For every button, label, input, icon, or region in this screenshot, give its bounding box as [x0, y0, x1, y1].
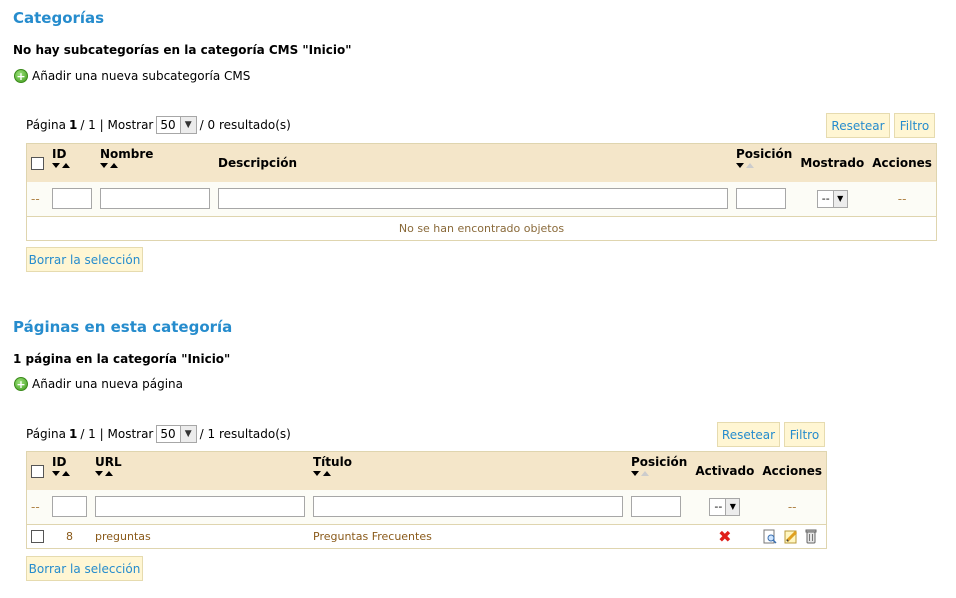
filter-description-input[interactable]	[218, 188, 728, 210]
pager-page: 1	[68, 427, 78, 441]
categories-clear-selection-button[interactable]: Borrar la selección	[26, 247, 143, 272]
empty-row: No se han encontrado objetos	[27, 217, 937, 241]
col-url: URL	[95, 455, 122, 469]
col-position: Posición	[631, 455, 688, 469]
pager-sep: / 1 | Mostrar	[80, 118, 154, 132]
row-id: 8	[66, 530, 73, 543]
add-page-label: Añadir una nueva página	[32, 377, 183, 391]
pager-results: / 0 resultado(s)	[199, 118, 291, 132]
col-id: ID	[52, 147, 67, 161]
sort-desc-icon[interactable]	[95, 471, 103, 476]
col-id: ID	[52, 455, 67, 469]
filter-row: -- -- ▼ --	[26, 181, 937, 217]
col-actions: Acciones	[872, 155, 932, 170]
pages-clear-selection-button[interactable]: Borrar la selección	[26, 556, 143, 581]
col-title: Título	[313, 455, 352, 469]
add-subcategory-label: Añadir una nueva subcategoría CMS	[32, 69, 251, 83]
sort-asc-icon[interactable]	[62, 163, 70, 168]
table-row[interactable]: 8 preguntas Preguntas Frecuentes ✖	[27, 525, 827, 549]
col-name: Nombre	[100, 147, 154, 161]
filter-active-select[interactable]: -- ▼	[709, 497, 741, 516]
col-shown: Mostrado	[800, 155, 865, 170]
categories-subtitle: No hay subcategorías en la categoría CMS…	[13, 43, 352, 57]
categories-filter-button[interactable]: Filtro	[894, 113, 935, 138]
filter-active-value: --	[714, 500, 723, 514]
filter-position-input[interactable]	[736, 188, 786, 210]
filter-position-input[interactable]	[631, 496, 681, 518]
pager-results: / 1 resultado(s)	[199, 427, 291, 441]
chevron-down-icon: ▼	[179, 117, 196, 133]
filter-url-input[interactable]	[95, 496, 305, 518]
filter-dash: --	[26, 181, 48, 217]
categories-pager: Página 1 / 1 | Mostrar 50 ▼ / 0 resultad…	[26, 116, 291, 134]
sort-asc-icon	[746, 163, 754, 168]
pages-heading: Páginas en esta categoría	[13, 318, 233, 336]
row-url[interactable]: preguntas	[91, 525, 309, 549]
col-description: Descripción	[218, 155, 297, 170]
sort-asc-icon[interactable]	[62, 471, 70, 476]
filter-shown-value: --	[821, 192, 830, 206]
sort-asc-icon	[641, 471, 649, 476]
filter-row: -- -- ▼ --	[26, 489, 827, 525]
categories-heading: Categorías	[13, 9, 105, 27]
sort-desc-icon[interactable]	[100, 163, 108, 168]
select-all-checkbox[interactable]	[31, 464, 44, 478]
filter-shown-select[interactable]: -- ▼	[816, 189, 848, 208]
sort-asc-icon[interactable]	[105, 471, 113, 476]
actions-dash: --	[758, 489, 827, 525]
add-icon: +	[14, 377, 28, 391]
add-icon: +	[14, 69, 28, 83]
per-page-value: 50	[160, 427, 176, 441]
filter-id-input[interactable]	[52, 188, 92, 210]
pages-filter-button[interactable]: Filtro	[784, 422, 825, 447]
col-actions: Acciones	[762, 463, 823, 478]
row-checkbox[interactable]	[31, 530, 44, 544]
categories-reset-button[interactable]: Resetear	[826, 113, 890, 138]
categories-table: ID Nombre Descripción Posición Mostrado …	[26, 143, 937, 241]
chevron-down-icon: ▼	[725, 498, 740, 515]
inactive-icon[interactable]: ✖	[718, 527, 731, 546]
per-page-value: 50	[160, 118, 176, 132]
pages-reset-button[interactable]: Resetear	[717, 422, 780, 447]
sort-asc-icon[interactable]	[323, 471, 331, 476]
sort-desc-icon[interactable]	[52, 471, 60, 476]
pager-page: 1	[68, 118, 78, 132]
sort-desc-icon[interactable]	[313, 471, 321, 476]
row-title[interactable]: Preguntas Frecuentes	[309, 525, 627, 549]
edit-icon[interactable]	[784, 529, 798, 544]
row-position	[627, 525, 691, 549]
actions-dash: --	[868, 181, 937, 217]
sort-desc-icon[interactable]	[736, 163, 744, 168]
table-header: ID Nombre Descripción Posición Mostrado …	[26, 143, 937, 182]
pager-sep: / 1 | Mostrar	[80, 427, 154, 441]
add-page-link[interactable]: + Añadir una nueva página	[14, 377, 183, 391]
filter-id-input[interactable]	[52, 496, 87, 518]
sort-asc-icon[interactable]	[110, 163, 118, 168]
pager-prefix: Página	[26, 118, 66, 132]
view-icon[interactable]	[763, 529, 777, 544]
sort-desc-icon[interactable]	[631, 471, 639, 476]
per-page-select[interactable]: 50 ▼	[156, 116, 197, 134]
pager-prefix: Página	[26, 427, 66, 441]
col-active: Activado	[695, 463, 755, 478]
chevron-down-icon: ▼	[832, 190, 847, 207]
filter-dash: --	[26, 489, 48, 525]
per-page-select[interactable]: 50 ▼	[156, 425, 197, 443]
col-position: Posición	[736, 147, 793, 161]
select-all-checkbox[interactable]	[31, 156, 44, 170]
filter-title-input[interactable]	[313, 496, 623, 518]
delete-icon[interactable]	[804, 529, 818, 544]
table-header: ID URL Título Posición Activado Acciones	[26, 451, 827, 490]
add-subcategory-link[interactable]: + Añadir una nueva subcategoría CMS	[14, 69, 250, 83]
pages-pager: Página 1 / 1 | Mostrar 50 ▼ / 1 resultad…	[26, 425, 291, 443]
pages-table: ID URL Título Posición Activado Acciones…	[26, 451, 828, 549]
empty-message: No se han encontrado objetos	[398, 222, 565, 235]
filter-name-input[interactable]	[100, 188, 210, 210]
pages-subtitle: 1 página en la categoría "Inicio"	[13, 352, 231, 366]
chevron-down-icon: ▼	[179, 426, 196, 442]
sort-desc-icon[interactable]	[52, 163, 60, 168]
